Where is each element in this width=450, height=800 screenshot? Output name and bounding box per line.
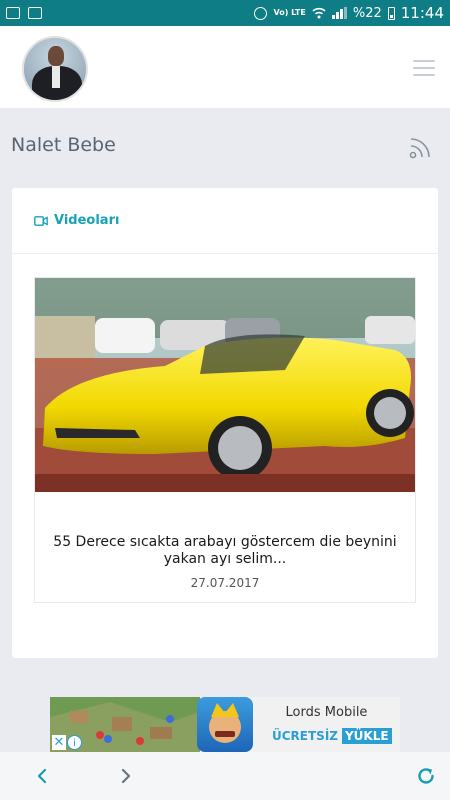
browser-nav-bar xyxy=(0,752,450,800)
ad-close-icon[interactable]: ✕ xyxy=(52,735,66,750)
forward-icon[interactable] xyxy=(118,768,134,784)
alarm-icon xyxy=(254,6,268,20)
avatar[interactable] xyxy=(22,36,88,102)
signal-icon xyxy=(331,7,347,19)
clock: 11:44 xyxy=(400,4,444,22)
battery-percent: %22 xyxy=(352,5,382,21)
battery-icon xyxy=(387,6,395,20)
status-bar: Vo) LTE %22 11:44 xyxy=(0,0,450,26)
status-left xyxy=(6,7,42,19)
page-title: Nalet Bebe xyxy=(11,134,116,156)
video-date: 27.07.2017 xyxy=(190,576,260,590)
status-right: Vo) LTE %22 11:44 xyxy=(254,4,444,22)
avatar-head xyxy=(48,46,64,66)
ad-app-name: Lords Mobile xyxy=(285,705,368,720)
ad-install-cta[interactable]: ÜCRETSİZ YÜKLE xyxy=(272,728,392,744)
gallery-icon xyxy=(6,7,20,19)
videos-label: Videoları xyxy=(54,213,120,228)
ad-free-label: ÜCRETSİZ xyxy=(272,729,338,743)
avatar-shirt xyxy=(52,66,60,88)
video-camera-icon xyxy=(34,215,48,226)
videos-header[interactable]: Videoları xyxy=(12,188,438,254)
back-icon[interactable] xyxy=(34,768,50,784)
menu-icon[interactable] xyxy=(413,60,435,76)
video-thumbnail[interactable] xyxy=(35,278,415,492)
wifi-icon xyxy=(312,7,326,19)
ad-install-button[interactable]: YÜKLE xyxy=(341,728,392,744)
video-title[interactable]: 55 Derece sıcakta arabayı göstercem die … xyxy=(39,534,411,568)
thumbnail-image xyxy=(35,278,415,492)
ad-info-icon[interactable]: i xyxy=(67,735,82,750)
reload-icon[interactable] xyxy=(416,766,436,786)
ad-banner[interactable]: ✕ i Lords Mobile ÜCRETSİZ YÜKLE xyxy=(50,697,400,752)
network-label: Vo) LTE xyxy=(273,8,306,17)
app-header xyxy=(0,26,450,108)
ad-app-logo xyxy=(197,697,253,752)
photo-app-icon xyxy=(28,7,42,19)
videos-card: Videoları 55 Derece sıcakta arabayı göst… xyxy=(12,188,438,658)
video-item[interactable]: 55 Derece sıcakta arabayı göstercem die … xyxy=(34,277,416,603)
rss-icon[interactable] xyxy=(408,134,434,160)
